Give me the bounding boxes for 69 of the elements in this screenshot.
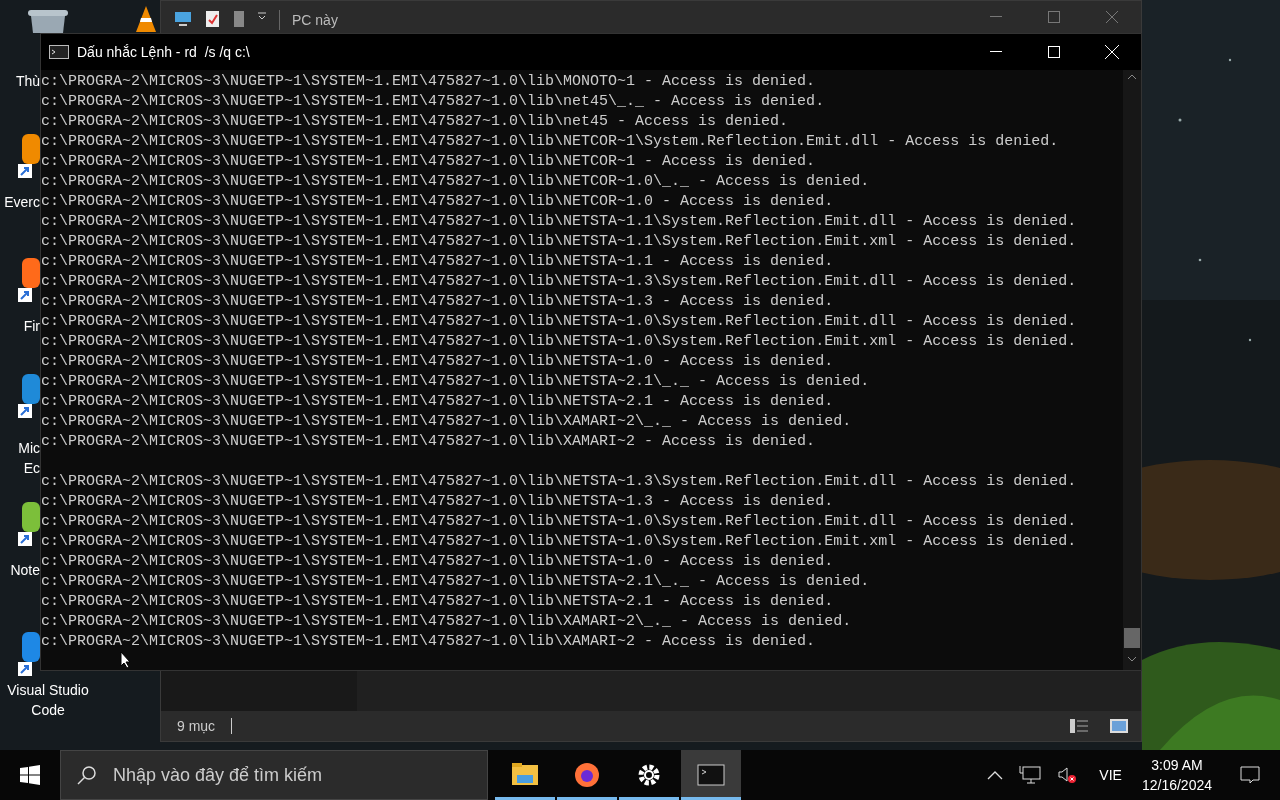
search-bar[interactable]: Nhập vào đây để tìm kiếm bbox=[60, 750, 488, 800]
output-line: c:\PROGRA~2\MICROS~3\NUGETP~1\SYSTEM~1.EMI\475827~1.0\lib\NETSTA~1.1\System.Reflection.Emit.dll - Access is denied. bbox=[41, 212, 1078, 232]
minimize-icon bbox=[990, 51, 1002, 53]
computer-icon[interactable] bbox=[173, 10, 193, 28]
output-line: c:\PROGRA~2\MICROS~3\NUGETP~1\SYSTEM~1.EMI\475827~1.0\lib\XAMARI~2\_._ - Access is denied. bbox=[41, 412, 853, 432]
icon-label: Thù bbox=[14, 72, 40, 91]
output-line: c:\PROGRA~2\MICROS~3\NUGETP~1\SYSTEM~1.EMI\475827~1.0\lib\NETSTA~1.3\System.Reflection.Emit.dll - Access is denied. bbox=[41, 472, 1078, 492]
taskbar-app-button[interactable] bbox=[681, 750, 741, 800]
icon-label: Fir bbox=[22, 317, 40, 336]
icon-label: Visual Studio Code bbox=[6, 681, 90, 720]
dropdown-icon[interactable] bbox=[257, 10, 267, 20]
output-line: c:\PROGRA~2\MICROS~3\NUGETP~1\SYSTEM~1.EMI\475827~1.0\lib\NETSTA~2.1\_._ - Access is denied. bbox=[41, 572, 871, 592]
app-shortcut-icon[interactable] bbox=[16, 500, 40, 548]
window-title: Dấu nhắc Lệnh - rd /s /q c:\ bbox=[77, 42, 250, 62]
cone-icon[interactable] bbox=[134, 6, 158, 34]
scrollbar-thumb[interactable] bbox=[1124, 628, 1140, 648]
minimize-icon bbox=[990, 15, 1002, 18]
properties-icon[interactable] bbox=[205, 10, 221, 28]
output-line: c:\PROGRA~2\MICROS~3\NUGETP~1\SYSTEM~1.EMI\475827~1.0\lib\NETSTA~1.3 - Access is denied. bbox=[41, 292, 835, 312]
clock[interactable]: 3:09 AM 12/16/2024 bbox=[1133, 755, 1220, 795]
windows-icon bbox=[20, 765, 40, 785]
search-icon bbox=[77, 765, 97, 785]
output-line: c:\PROGRA~2\MICROS~3\NUGETP~1\SYSTEM~1.EMI\475827~1.0\lib\MONOTO~1 - Access is denied. bbox=[41, 72, 817, 92]
output-line: c:\PROGRA~2\MICROS~3\NUGETP~1\SYSTEM~1.EMI\475827~1.0\lib\NETSTA~2.1\_._ - Access is denied. bbox=[41, 372, 871, 392]
thumbnail-view-icon[interactable] bbox=[1109, 718, 1129, 734]
scroll-up-icon[interactable] bbox=[1127, 74, 1137, 80]
output-line: c:\PROGRA~2\MICROS~3\NUGETP~1\SYSTEM~1.EMI\475827~1.0\lib\NETSTA~1.0\System.Reflection.Emit.dll - Access is denied. bbox=[41, 512, 1078, 532]
chevron-up-icon[interactable] bbox=[987, 770, 1004, 780]
output-line: c:\PROGRA~2\MICROS~3\NUGETP~1\SYSTEM~1.EMI\475827~1.0\lib\XAMARI~2\_._ - Access is denied. bbox=[41, 612, 853, 632]
maximize-icon bbox=[1048, 46, 1060, 58]
output-line: c:\PROGRA~2\MICROS~3\NUGETP~1\SYSTEM~1.EMI\475827~1.0\lib\NETSTA~1.0\System.Reflection.Emit.xml - Access is denied. bbox=[41, 532, 1078, 552]
output-line: c:\PROGRA~2\MICROS~3\NUGETP~1\SYSTEM~1.EMI\475827~1.0\lib\NETSTA~1.3 - Access is denied. bbox=[41, 492, 835, 512]
icon-label: Note bbox=[9, 561, 40, 580]
notification-icon[interactable] bbox=[1240, 765, 1260, 785]
terminal-icon bbox=[49, 45, 69, 59]
language-indicator[interactable]: VIE bbox=[1099, 764, 1122, 786]
output-line: c:\PROGRA~2\MICROS~3\NUGETP~1\SYSTEM~1.EMI\475827~1.0\lib\XAMARI~2 - Access is denied. bbox=[41, 632, 817, 652]
output-line: c:\PROGRA~2\MICROS~3\NUGETP~1\SYSTEM~1.EMI\475827~1.0\lib\NETSTA~1.0\System.Reflection.Emit.dll - Access is denied. bbox=[41, 312, 1078, 332]
output-line: c:\PROGRA~2\MICROS~3\NUGETP~1\SYSTEM~1.EMI\475827~1.0\lib\NETCOR~1 - Access is denied. bbox=[41, 152, 817, 172]
network-icon[interactable] bbox=[1019, 765, 1042, 785]
window-title: PC này bbox=[292, 11, 338, 30]
scroll-down-icon[interactable] bbox=[1127, 656, 1137, 662]
output-line: c:\PROGRA~2\MICROS~3\NUGETP~1\SYSTEM~1.EMI\475827~1.0\lib\NETCOR~1.0 - Access is denied. bbox=[41, 192, 835, 212]
output-line: c:\PROGRA~2\MICROS~3\NUGETP~1\SYSTEM~1.EMI\475827~1.0\lib\NETSTA~1.1\System.Reflection.Emit.xml - Access is denied. bbox=[41, 232, 1078, 252]
app-shortcut-icon[interactable] bbox=[16, 630, 40, 678]
output-line: c:\PROGRA~2\MICROS~3\NUGETP~1\SYSTEM~1.EMI\475827~1.0\lib\NETSTA~1.1 - Access is denied. bbox=[41, 252, 835, 272]
scrollbar[interactable] bbox=[1123, 70, 1141, 670]
output-line: c:\PROGRA~2\MICROS~3\NUGETP~1\SYSTEM~1.EMI\475827~1.0\lib\net45 - Access is denied. bbox=[41, 112, 790, 132]
output-line: c:\PROGRA~2\MICROS~3\NUGETP~1\SYSTEM~1.EMI\475827~1.0\lib\net45\_._ - Access is denied. bbox=[41, 92, 826, 112]
app-shortcut-icon[interactable] bbox=[16, 132, 40, 180]
output-line: c:\PROGRA~2\MICROS~3\NUGETP~1\SYSTEM~1.EMI\475827~1.0\lib\NETSTA~2.1 - Access is denied. bbox=[41, 392, 835, 412]
details-view-icon[interactable] bbox=[1069, 718, 1089, 734]
close-icon bbox=[1106, 10, 1118, 23]
app-shortcut-icon[interactable] bbox=[16, 256, 40, 304]
output-line: c:\PROGRA~2\MICROS~3\NUGETP~1\SYSTEM~1.EMI\475827~1.0\lib\NETCOR~1\System.Reflection.Emit.dll - Access is denied. bbox=[41, 132, 1060, 152]
output-line: c:\PROGRA~2\MICROS~3\NUGETP~1\SYSTEM~1.EMI\475827~1.0\lib\NETSTA~2.1 - Access is denied. bbox=[41, 592, 835, 612]
output-line: c:\PROGRA~2\MICROS~3\NUGETP~1\SYSTEM~1.EMI\475827~1.0\lib\NETCOR~1.0\_._ - Access is denied. bbox=[41, 172, 871, 192]
close-icon bbox=[1105, 45, 1119, 59]
output-line: c:\PROGRA~2\MICROS~3\NUGETP~1\SYSTEM~1.EMI\475827~1.0\lib\NETSTA~1.3\System.Reflection.Emit.dll - Access is denied. bbox=[41, 272, 1078, 292]
icon-label: Everc bbox=[3, 193, 40, 212]
item-count: 9 mục bbox=[177, 716, 216, 736]
output-line: c:\PROGRA~2\MICROS~3\NUGETP~1\SYSTEM~1.EMI\475827~1.0\lib\NETSTA~1.0 - Access is denied. bbox=[41, 552, 835, 572]
output-line: c:\PROGRA~2\MICROS~3\NUGETP~1\SYSTEM~1.EMI\475827~1.0\lib\XAMARI~2 - Access is denied. bbox=[41, 432, 817, 452]
search-field[interactable]: Nhập vào đây để tìm kiếm bbox=[113, 761, 473, 789]
app-shortcut-icon[interactable] bbox=[16, 372, 40, 420]
maximize-icon bbox=[1048, 10, 1060, 23]
icon-label: Mic Ec bbox=[17, 439, 40, 478]
output-line: c:\PROGRA~2\MICROS~3\NUGETP~1\SYSTEM~1.EMI\475827~1.0\lib\NETSTA~1.0\System.Reflection.Emit.xml - Access is denied. bbox=[41, 332, 1078, 352]
output-line: c:\PROGRA~2\MICROS~3\NUGETP~1\SYSTEM~1.EMI\475827~1.0\lib\NETSTA~1.0 - Access is denied. bbox=[41, 352, 835, 372]
